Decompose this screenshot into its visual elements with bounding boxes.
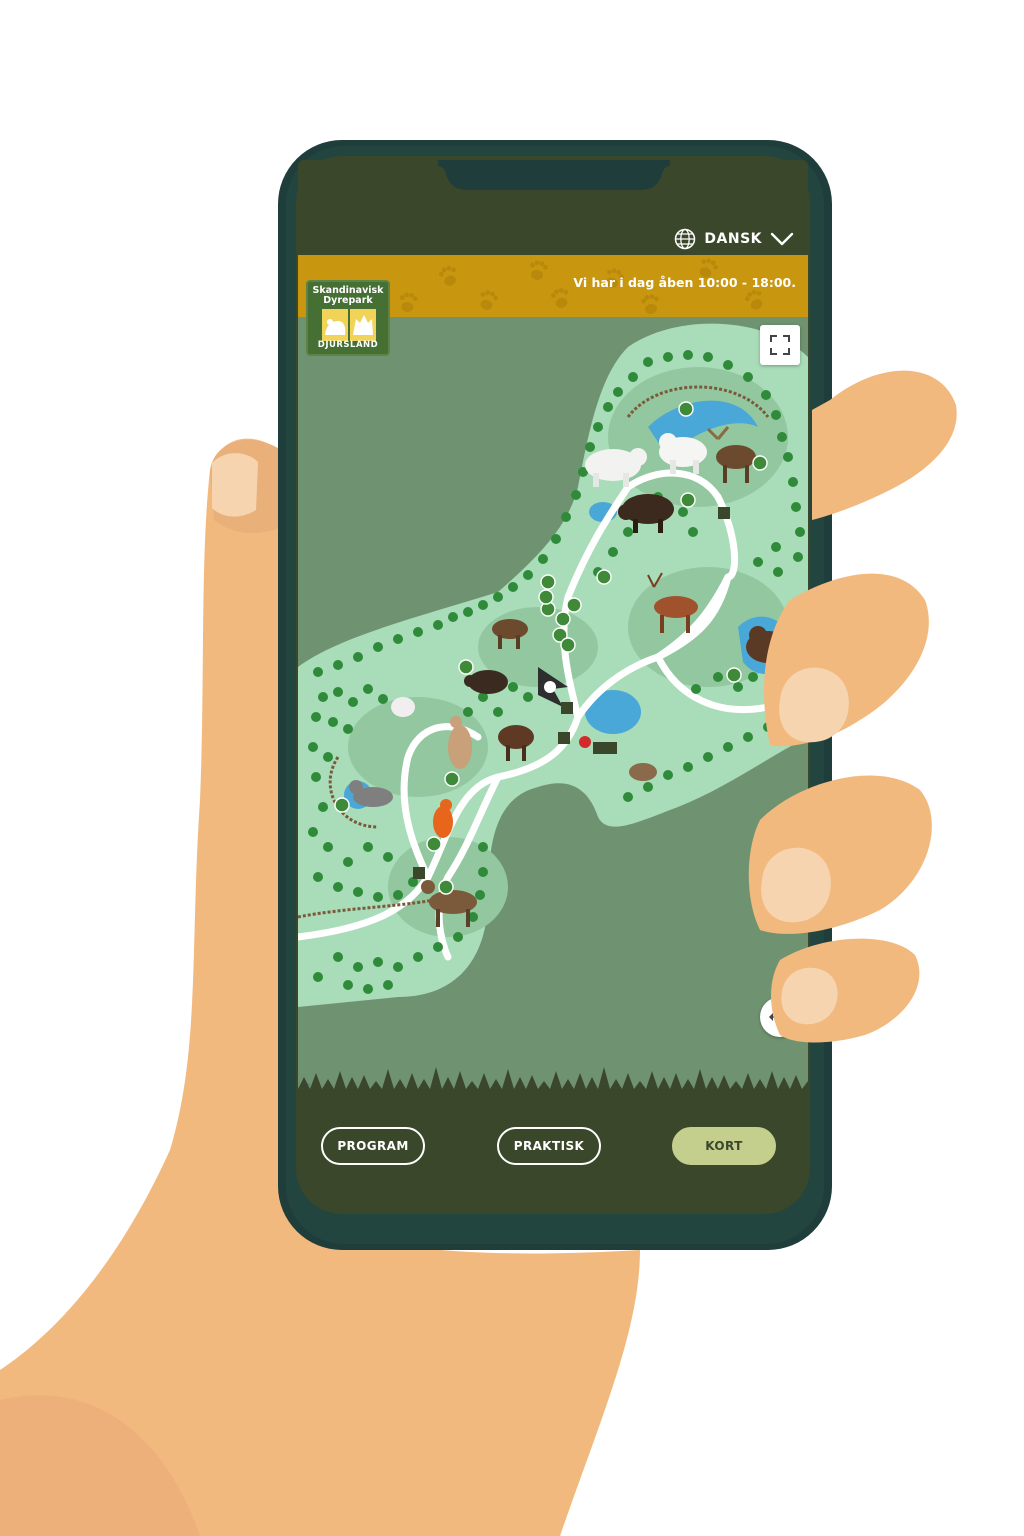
program-button[interactable]: PROGRAM	[321, 1127, 425, 1165]
status-area: DANSK	[298, 160, 808, 255]
animal-goat	[629, 763, 657, 781]
chevron-down-icon	[770, 232, 794, 246]
praktisk-button[interactable]: PRAKTISK	[497, 1127, 601, 1165]
logo-emblem	[322, 309, 376, 341]
language-label: DANSK	[704, 231, 762, 247]
kort-button[interactable]: KORT	[672, 1127, 776, 1165]
park-map[interactable]: G	[298, 317, 808, 1107]
globe-icon	[675, 228, 696, 250]
treeline-silhouette	[298, 1067, 808, 1107]
park-logo[interactable]: Skandinavisk Dyrepark DJURSLAND	[306, 280, 390, 356]
logo-line-3: DJURSLAND	[317, 340, 379, 350]
phone-notch	[438, 160, 670, 190]
recenter-button[interactable]	[760, 997, 800, 1037]
animal-arctic-fox	[391, 697, 415, 717]
fullscreen-button[interactable]	[760, 325, 800, 365]
recenter-icon	[769, 1006, 791, 1028]
fullscreen-icon	[770, 335, 790, 355]
opening-hours-text: Vi har i dag åben 10:00 - 18:00.	[573, 275, 796, 290]
map-canvas[interactable]: G	[298, 317, 808, 1107]
bottom-navigation: PROGRAM PRAKTISK KORT	[298, 1107, 808, 1210]
logo-line-2: Dyrepark	[323, 295, 373, 306]
language-selector[interactable]: DANSK	[674, 226, 794, 252]
